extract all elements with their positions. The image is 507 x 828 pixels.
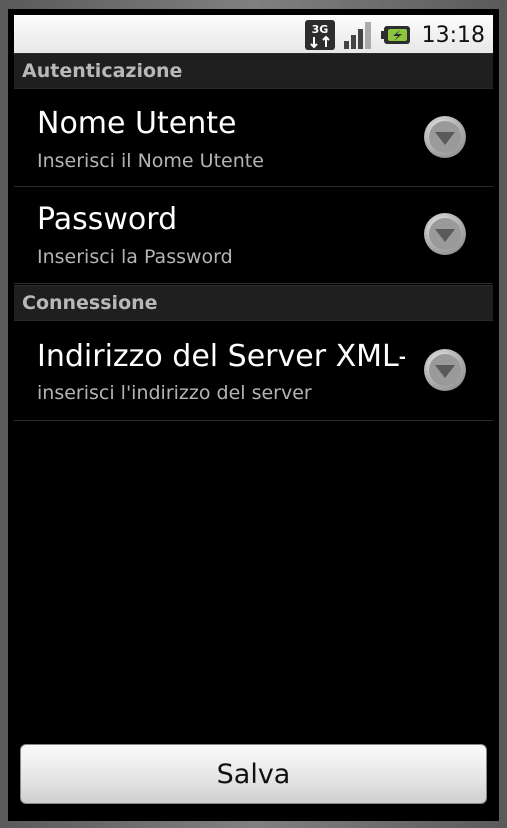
- status-clock: 13:18: [421, 22, 485, 48]
- 3g-label: 3G: [311, 23, 328, 36]
- pref-summary: Inserisci la Password: [37, 246, 233, 268]
- pref-summary: Inserisci il Nome Utente: [37, 150, 264, 172]
- pref-title: Nome Utente: [37, 106, 237, 141]
- pref-item-username[interactable]: Nome Utente Inserisci il Nome Utente: [14, 89, 493, 187]
- signal-strength-icon: [343, 22, 371, 49]
- pref-item-server-address[interactable]: Indirizzo del Server XML-RPC inserisci l…: [14, 321, 493, 421]
- category-label: Autenticazione: [22, 60, 183, 82]
- pref-title: Indirizzo del Server XML-RPC: [37, 339, 405, 374]
- battery-charging-icon: [380, 26, 410, 44]
- status-icons: 3G 13:18: [304, 18, 485, 52]
- pref-summary: inserisci l'indirizzo del server: [37, 382, 312, 404]
- category-label: Connessione: [22, 292, 158, 314]
- status-bar: 3G 13:18: [14, 15, 493, 56]
- chevron-down-icon[interactable]: [423, 115, 467, 159]
- chevron-down-icon[interactable]: [423, 212, 467, 256]
- pref-title: Password: [37, 202, 178, 237]
- pref-item-password[interactable]: Password Inserisci la Password: [14, 187, 493, 284]
- category-header-connection: Connessione: [14, 285, 493, 321]
- save-button[interactable]: Salva: [20, 744, 487, 804]
- category-header-authentication: Autenticazione: [14, 53, 493, 89]
- 3g-data-icon: 3G: [304, 20, 335, 50]
- app-screen: 3G 13:18 Autenticazione Nome Utente Inse…: [8, 9, 499, 821]
- chevron-down-icon[interactable]: [423, 348, 467, 392]
